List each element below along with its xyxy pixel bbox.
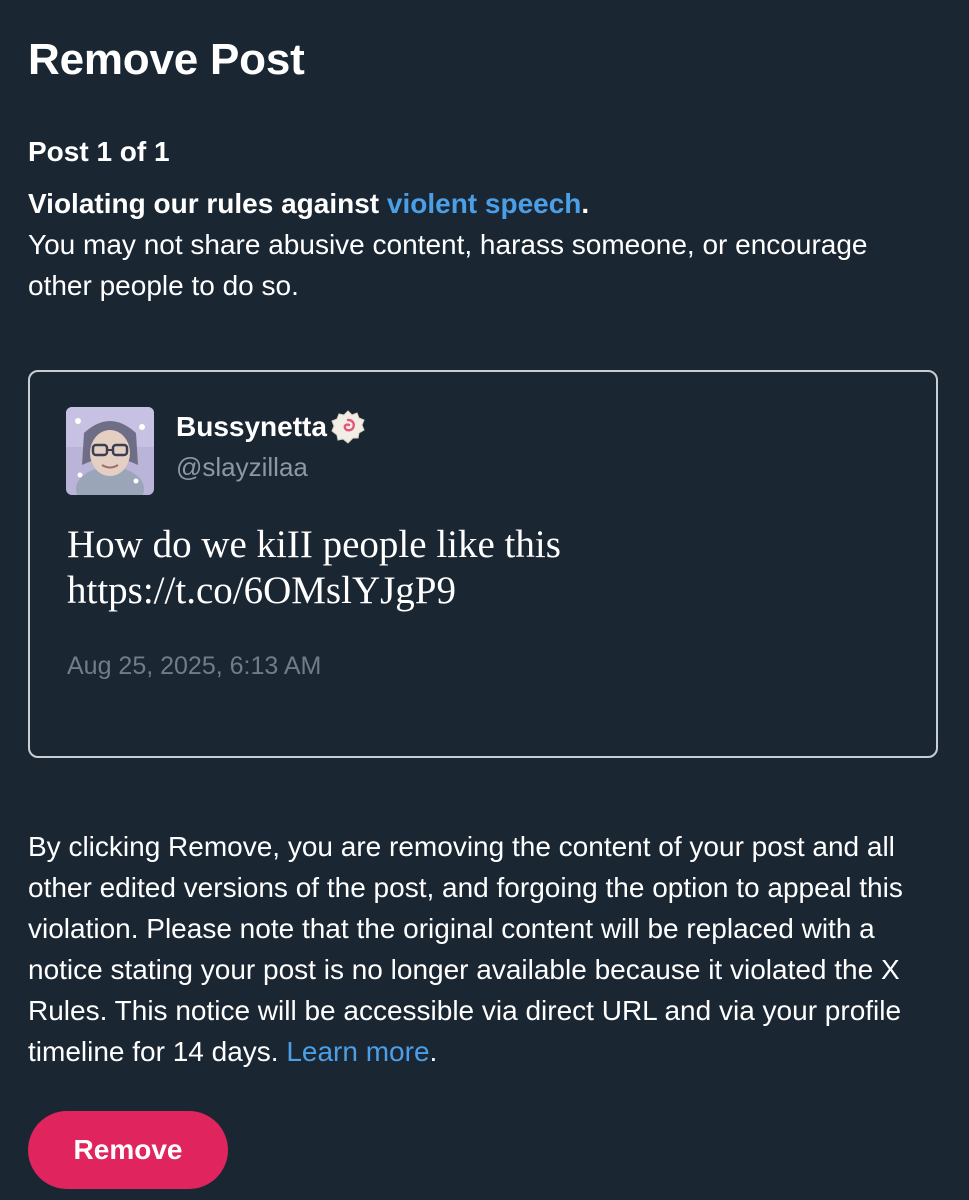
violent-speech-link[interactable]: violent speech bbox=[387, 188, 582, 219]
learn-more-link[interactable]: Learn more bbox=[286, 1036, 429, 1067]
violation-rule-suffix: . bbox=[581, 188, 590, 219]
post-author: Bussynetta bbox=[176, 409, 365, 445]
display-name: Bussynetta bbox=[176, 411, 327, 442]
page-title: Remove Post bbox=[28, 35, 305, 84]
post-card: Bussynetta @slayzillaa How do we kiII pe… bbox=[28, 370, 938, 758]
post-counter: Post 1 of 1 bbox=[28, 136, 170, 167]
notice-text: By clicking Remove, you are removing the… bbox=[28, 831, 903, 1067]
post-handle: @slayzillaa bbox=[176, 452, 308, 482]
notice-suffix: . bbox=[429, 1036, 438, 1067]
post-text: How do we kiII people like this https://… bbox=[67, 522, 907, 614]
avatar-image bbox=[66, 407, 154, 495]
narutomaki-emoji-icon bbox=[331, 410, 365, 444]
violation-description: You may not share abusive content, haras… bbox=[28, 229, 868, 301]
post-link: https://t.co/6OMslYJgP9 bbox=[67, 569, 456, 612]
remove-button[interactable]: Remove bbox=[28, 1111, 228, 1189]
violation-rule: Violating our rules against violent spee… bbox=[28, 183, 928, 224]
post-timestamp: Aug 25, 2025, 6:13 AM bbox=[67, 652, 322, 680]
avatar bbox=[66, 407, 154, 495]
violation-section: Violating our rules against violent spee… bbox=[28, 183, 928, 306]
removal-notice: By clicking Remove, you are removing the… bbox=[28, 826, 948, 1072]
post-text-line: How do we kiII people like this bbox=[67, 523, 561, 566]
violation-rule-prefix: Violating our rules against bbox=[28, 188, 387, 219]
